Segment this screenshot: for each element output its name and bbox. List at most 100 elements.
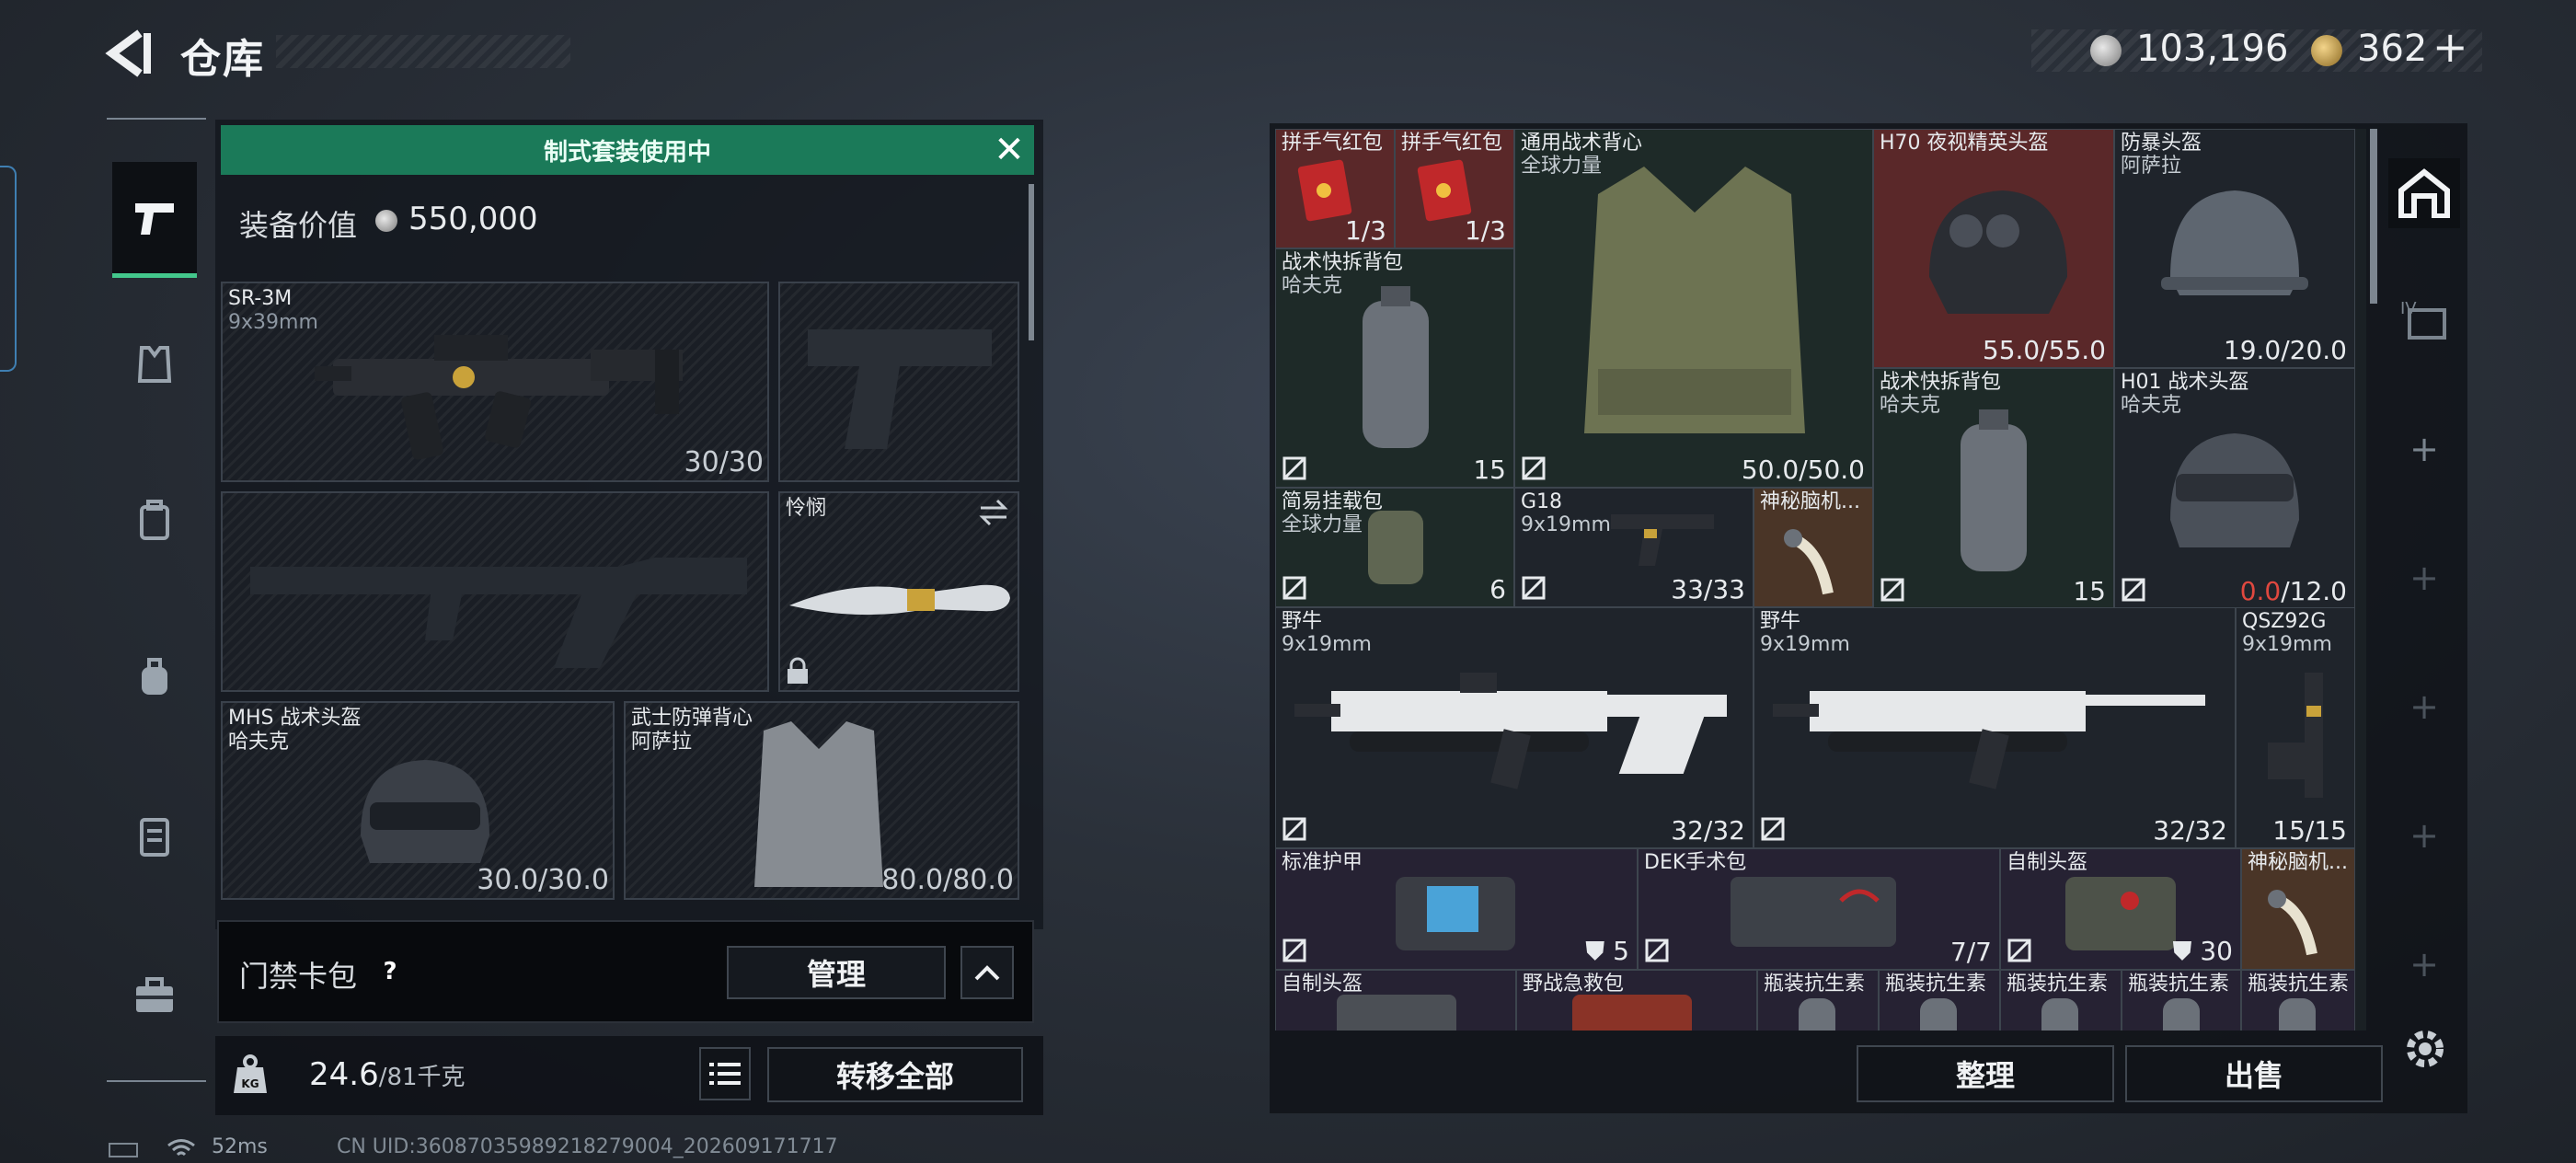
item-name: 标准护甲: [1282, 851, 1363, 874]
armor-durability: 80.0/80.0: [881, 864, 1014, 896]
item-count: 6: [1489, 574, 1506, 605]
back-arrow-icon[interactable]: [103, 28, 158, 79]
item-title: 防暴头盔: [2121, 132, 2202, 155]
add-currency-button[interactable]: +: [2432, 22, 2468, 72]
inventory-item[interactable]: QSZ92G 9x19mm 15/15: [2236, 607, 2355, 848]
inventory-item[interactable]: 野牛 9x19mm 32/32: [1754, 607, 2236, 848]
secondary-weapon-slot[interactable]: [778, 282, 1019, 482]
silver-currency-amount: 103,196: [2136, 28, 2289, 70]
case-slot-icon: IV: [2400, 299, 2446, 340]
item-count: 1/3: [1464, 215, 1506, 246]
swap-icon[interactable]: [977, 499, 1010, 526]
melee-slot[interactable]: 怜悯: [778, 491, 1019, 692]
inventory-item[interactable]: 战术快拆背包 哈夫克 15: [1275, 248, 1514, 488]
backpack-image: [1363, 286, 1429, 448]
nav-weapons-tab[interactable]: [112, 162, 197, 278]
unlock-icon: [2007, 938, 2031, 962]
carry-weight: 24.6/81千克: [309, 1056, 466, 1093]
inventory-item[interactable]: 瓶装抗生素: [1757, 970, 1879, 1031]
inventory-item[interactable]: 拼手气红包 1/3: [1275, 129, 1395, 248]
add-slot-button[interactable]: +: [2388, 929, 2460, 999]
item-maker: 全球力量: [1282, 513, 1363, 536]
nav-case-tab[interactable]: [112, 793, 197, 878]
inventory-item[interactable]: H01 战术头盔 哈夫克 0.0/12.0: [2114, 368, 2355, 609]
close-icon[interactable]: ✕: [990, 131, 1029, 169]
case-slot-tab[interactable]: IV: [2388, 283, 2460, 353]
plus-icon: +: [2409, 429, 2439, 469]
unlock-icon: [2122, 578, 2145, 602]
inventory-item[interactable]: 战术快拆背包 哈夫克 15: [1873, 368, 2114, 609]
storage-tab[interactable]: [2388, 158, 2460, 228]
preset-banner-text: 制式套装使用中: [543, 138, 711, 167]
item-title: H01 战术头盔: [2121, 371, 2249, 394]
inventory-item[interactable]: 瓶装抗生素: [2122, 970, 2241, 1031]
bottle-image: [2279, 998, 2316, 1031]
secondary-primary-slot[interactable]: [221, 491, 769, 692]
sell-button[interactable]: 出售: [2125, 1045, 2383, 1102]
nav-chest-rig-tab[interactable]: [112, 478, 197, 563]
inventory-item[interactable]: 简易挂载包 全球力量 6: [1275, 488, 1514, 607]
inventory-item[interactable]: 通用战术背心 全球力量 50.0/50.0: [1514, 129, 1873, 488]
manage-button[interactable]: 管理: [727, 946, 946, 999]
left-edge-handle[interactable]: [0, 166, 17, 372]
list-view-button[interactable]: [699, 1047, 751, 1100]
inventory-item[interactable]: G18 9x19mm 33/33: [1514, 488, 1754, 607]
gear-icon[interactable]: [2399, 1023, 2451, 1075]
item-name: 瓶装抗生素: [1764, 973, 1866, 996]
helmet-slot[interactable]: MHS 战术头盔 哈夫克 30.0/30.0: [221, 701, 615, 900]
nav-toolbox-tab[interactable]: [112, 953, 197, 1038]
inventory-item[interactable]: 瓶装抗生素: [2241, 970, 2355, 1031]
add-slot-button[interactable]: +: [2388, 800, 2460, 870]
inventory-item[interactable]: 神秘脑机...: [2241, 848, 2355, 970]
add-slot-button[interactable]: +: [2388, 543, 2460, 613]
inventory-item[interactable]: DEK手术包 7/7: [1638, 848, 2000, 970]
unlock-icon: [1522, 576, 1546, 600]
inventory-item[interactable]: 标准护甲 ⛊ 5: [1275, 848, 1638, 970]
item-count: 32/32: [1671, 815, 1745, 846]
carry-weight-max: /81千克: [378, 1064, 466, 1091]
item-maker: 哈夫克: [1880, 394, 1941, 417]
item-count: 15: [2073, 576, 2106, 606]
chevron-up-icon: [974, 965, 1000, 981]
inventory-item[interactable]: 防暴头盔 阿萨拉 19.0/20.0: [2114, 129, 2355, 368]
ping-readout: 52ms: [212, 1135, 268, 1158]
inventory-item[interactable]: 拼手气红包 1/3: [1395, 129, 1514, 248]
smg-image: [1294, 673, 1727, 789]
helmet-image: [2161, 190, 2308, 295]
inventory-item[interactable]: 野牛 9x19mm 32/32: [1275, 607, 1754, 848]
nav-backpack-tab[interactable]: [112, 635, 197, 720]
inventory-item[interactable]: 瓶装抗生素: [1879, 970, 2000, 1031]
case-icon: [140, 818, 169, 857]
body-armor-slot[interactable]: 武士防弹背心 阿萨拉 80.0/80.0: [624, 701, 1019, 900]
inventory-item[interactable]: 野战急救包: [1516, 970, 1757, 1031]
expand-button[interactable]: [960, 946, 1014, 999]
item-count: ⛊ 30: [2172, 936, 2233, 967]
loadout-scrollbar[interactable]: [1029, 184, 1034, 340]
bottle-image: [2041, 998, 2078, 1031]
add-slot-button[interactable]: +: [2388, 414, 2460, 484]
armor-icon: [137, 346, 172, 383]
nav-armor-tab[interactable]: [112, 322, 197, 407]
inventory-scrollbar[interactable]: [2370, 129, 2377, 304]
inventory-item[interactable]: 自制头盔 ⛊ 30: [2000, 848, 2241, 970]
inventory-item[interactable]: 瓶装抗生素: [2000, 970, 2122, 1031]
item-maker: 9x19mm: [2242, 633, 2332, 656]
gold-coin-icon: [2311, 35, 2342, 66]
red-packet-image: [1297, 159, 1352, 222]
item-name: H70 夜视精英头盔: [1880, 132, 2049, 155]
red-packet-image: [1417, 159, 1472, 222]
transfer-all-button[interactable]: 转移全部: [767, 1047, 1023, 1102]
item-count-value: 30: [2200, 936, 2233, 966]
add-slot-button[interactable]: +: [2388, 672, 2460, 742]
sort-button[interactable]: 整理: [1857, 1045, 2114, 1102]
question-icon[interactable]: ?: [374, 955, 407, 988]
inventory-item[interactable]: 自制头盔: [1275, 970, 1516, 1031]
inventory-item[interactable]: H70 夜视精英头盔 55.0/55.0: [1873, 129, 2114, 368]
slot-item-name: SR-3M: [228, 287, 293, 310]
primary-weapon-slot[interactable]: SR-3M 9x39mm 30/30: [221, 282, 769, 482]
item-name: 拼手气红包: [1401, 132, 1503, 155]
vest-image: [1584, 167, 1805, 433]
inventory-item[interactable]: 神秘脑机...: [1754, 488, 1873, 607]
ammo-count: 30/30: [684, 446, 764, 478]
item-durability-max: /12.0: [2281, 576, 2347, 606]
